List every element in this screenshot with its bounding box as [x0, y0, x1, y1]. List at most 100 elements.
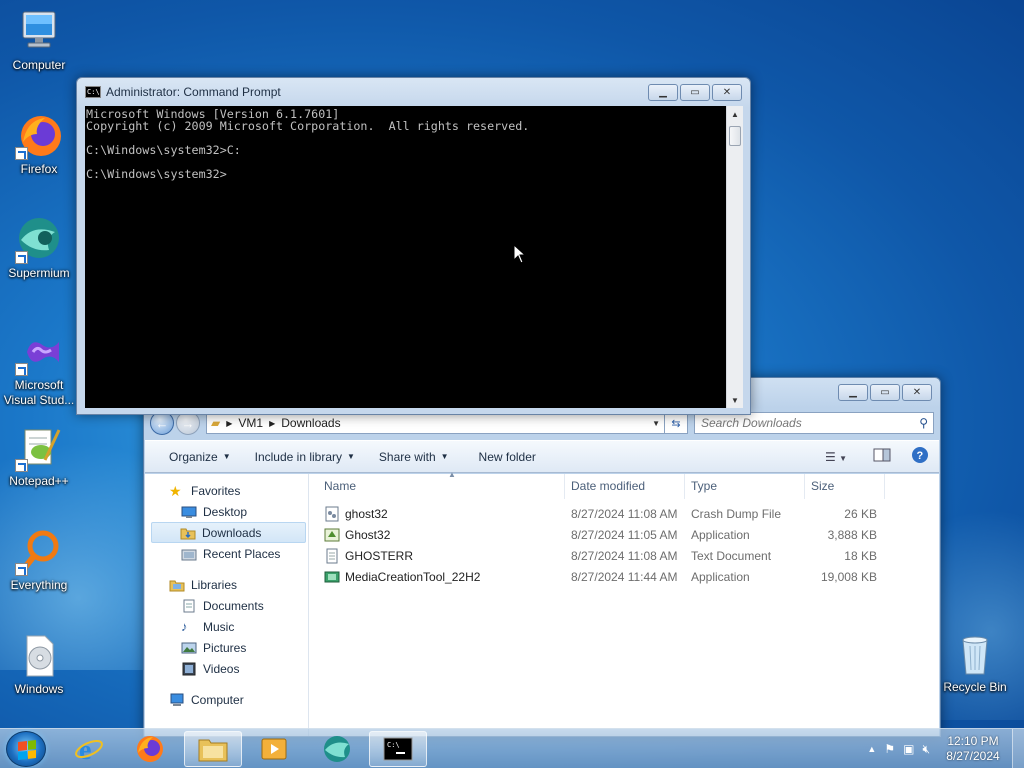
nav-documents-label: Documents [203, 598, 264, 613]
desktop-icon-recycle-bin[interactable]: Recycle Bin [936, 630, 1014, 695]
maximize-button[interactable]: ▭ [680, 84, 710, 101]
change-view-button[interactable]: ☰ ▼ [825, 450, 847, 464]
nav-videos[interactable]: Videos [145, 658, 308, 679]
nav-computer-label: Computer [191, 692, 244, 707]
clock[interactable]: 12:10 PM 8/27/2024 [934, 734, 1012, 764]
file-size: 19,008 KB [820, 569, 877, 584]
new-folder-label: New folder [478, 449, 536, 464]
close-button[interactable]: ✕ [902, 384, 932, 401]
maximize-button[interactable]: ▭ [870, 384, 900, 401]
taskbar-media-player[interactable] [245, 731, 303, 767]
chevron-down-icon: ▼ [440, 452, 449, 461]
application-icon [324, 527, 340, 543]
desktop-folder-icon [181, 505, 197, 519]
command-prompt-icon: C:\ [383, 737, 413, 761]
nav-computer[interactable]: Computer [145, 689, 308, 710]
include-in-library-button[interactable]: Include in library ▼ [243, 440, 367, 473]
taskbar-command-prompt[interactable]: C:\ [369, 731, 427, 767]
show-hidden-icons-button[interactable]: ▲ [867, 744, 876, 754]
nav-videos-label: Videos [203, 661, 240, 676]
svg-text:C:\: C:\ [387, 741, 400, 749]
desktop-icon-notepad-plus-plus[interactable]: Notepad++ [0, 424, 78, 489]
refresh-button[interactable]: ⇆ [664, 412, 688, 434]
search-input[interactable]: Search Downloads ⚲ [694, 412, 934, 434]
share-with-label: Share with [378, 449, 436, 464]
minimize-button[interactable]: ▁ [648, 84, 678, 101]
refresh-icon: ⇆ [671, 417, 681, 430]
nav-favorites[interactable]: ★ Favorites [145, 480, 308, 501]
nav-downloads[interactable]: Downloads [151, 522, 306, 543]
console-scrollbar[interactable]: ▲ ▼ [726, 106, 743, 408]
breadcrumb-downloads[interactable]: Downloads [281, 416, 340, 430]
show-desktop-button[interactable] [1012, 729, 1024, 768]
nav-recent-places[interactable]: Recent Places [145, 543, 308, 564]
taskbar: e C:\ ▲ ⚑ ▣ 🔇︎ 12:10 PM 8/27/2024 [0, 728, 1024, 768]
desktop-icon-supermium[interactable]: Supermium [0, 216, 78, 281]
network-icon[interactable]: ▣ [903, 742, 914, 756]
close-icon: ✕ [722, 87, 732, 98]
help-button[interactable]: ? [911, 446, 929, 467]
address-bar[interactable]: ▰ ▶ VM1 ▶ Downloads ▼ [206, 412, 665, 434]
column-name[interactable]: Name [310, 473, 565, 499]
svg-text:e: e [79, 735, 91, 764]
scrollbar-thumb[interactable] [729, 126, 741, 146]
nav-music[interactable]: ♪ Music [145, 616, 308, 637]
minimize-icon: ▁ [849, 387, 857, 398]
nav-documents[interactable]: Documents [145, 595, 308, 616]
action-center-flag-icon[interactable]: ⚑ [884, 742, 895, 756]
share-with-button[interactable]: Share with ▼ [367, 440, 461, 473]
desktop-icon-computer[interactable]: Computer [0, 8, 78, 73]
console-output[interactable]: Microsoft Windows [Version 6.1.7601] Copy… [85, 106, 726, 408]
documents-icon [181, 599, 197, 613]
preview-pane-button[interactable] [873, 448, 891, 465]
nav-pictures[interactable]: Pictures [145, 637, 308, 658]
explorer-window[interactable]: ▁ ▭ ✕ ← → ▰ ▶ VM1 ▶ Downloads ▼ ⇆ Search… [143, 377, 941, 737]
folder-icon [198, 739, 228, 762]
breadcrumb-vm1[interactable]: VM1 [238, 416, 263, 430]
column-size[interactable]: Size [805, 473, 885, 499]
firefox-icon [15, 112, 63, 160]
close-button[interactable]: ✕ [712, 84, 742, 101]
desktop-icon-everything[interactable]: Everything [0, 528, 78, 593]
command-bar: Organize ▼ Include in library ▼ Share wi… [145, 440, 939, 473]
taskbar-explorer[interactable] [184, 731, 242, 767]
file-name: GHOSTERR [345, 548, 414, 563]
scroll-up-icon[interactable]: ▲ [727, 106, 743, 122]
nav-desktop[interactable]: Desktop [145, 501, 308, 522]
command-prompt-window[interactable]: C:\ Administrator: Command Prompt ▁ ▭ ✕ … [76, 77, 751, 415]
taskbar-supermium[interactable] [308, 731, 366, 767]
desktop-icon-windows[interactable]: Windows [0, 632, 78, 697]
column-date-modified[interactable]: Date modified [565, 473, 685, 499]
desktop-icon-label: Microsoft Visual Stud... [3, 378, 75, 407]
shortcut-arrow-icon [15, 363, 28, 376]
file-row[interactable]: ghost32 8/27/2024 11:08 AM Crash Dump Fi… [310, 503, 939, 524]
clock-date: 8/27/2024 [946, 749, 1000, 763]
file-row[interactable]: MediaCreationTool_22H2 8/27/2024 11:44 A… [310, 566, 939, 587]
minimize-button[interactable]: ▁ [838, 384, 868, 401]
file-row[interactable]: GHOSTERR 8/27/2024 11:08 AM Text Documen… [310, 545, 939, 566]
videos-icon [181, 662, 197, 676]
volume-muted-icon[interactable]: 🔇︎ [922, 742, 930, 757]
search-placeholder: Search Downloads [701, 416, 802, 430]
start-button[interactable] [6, 731, 46, 767]
window-title: Administrator: Command Prompt [106, 85, 281, 99]
organize-button[interactable]: Organize ▼ [145, 440, 243, 473]
back-arrow-icon: ← [155, 415, 169, 431]
chevron-down-icon[interactable]: ▼ [652, 419, 660, 428]
file-row[interactable]: Ghost32 8/27/2024 11:05 AM Application 3… [310, 524, 939, 545]
file-date: 8/27/2024 11:05 AM [571, 527, 678, 542]
taskbar-internet-explorer[interactable]: e [60, 731, 118, 767]
shortcut-arrow-icon [15, 147, 28, 160]
nav-libraries[interactable]: Libraries [145, 574, 308, 595]
desktop-icon-visual-studio[interactable]: Microsoft Visual Stud... [0, 328, 78, 408]
desktop-icon-firefox[interactable]: Firefox [0, 112, 78, 177]
explorer-content: ★ Favorites Desktop Downloads Recent Pla… [145, 470, 939, 736]
column-type[interactable]: Type [685, 473, 805, 499]
supermium-icon [15, 216, 63, 264]
new-folder-button[interactable]: New folder [461, 440, 548, 473]
shortcut-arrow-icon [15, 459, 28, 472]
dump-file-icon [324, 506, 340, 522]
file-date: 8/27/2024 11:08 AM [571, 548, 678, 563]
scroll-down-icon[interactable]: ▼ [727, 392, 743, 408]
taskbar-firefox[interactable] [121, 731, 179, 767]
